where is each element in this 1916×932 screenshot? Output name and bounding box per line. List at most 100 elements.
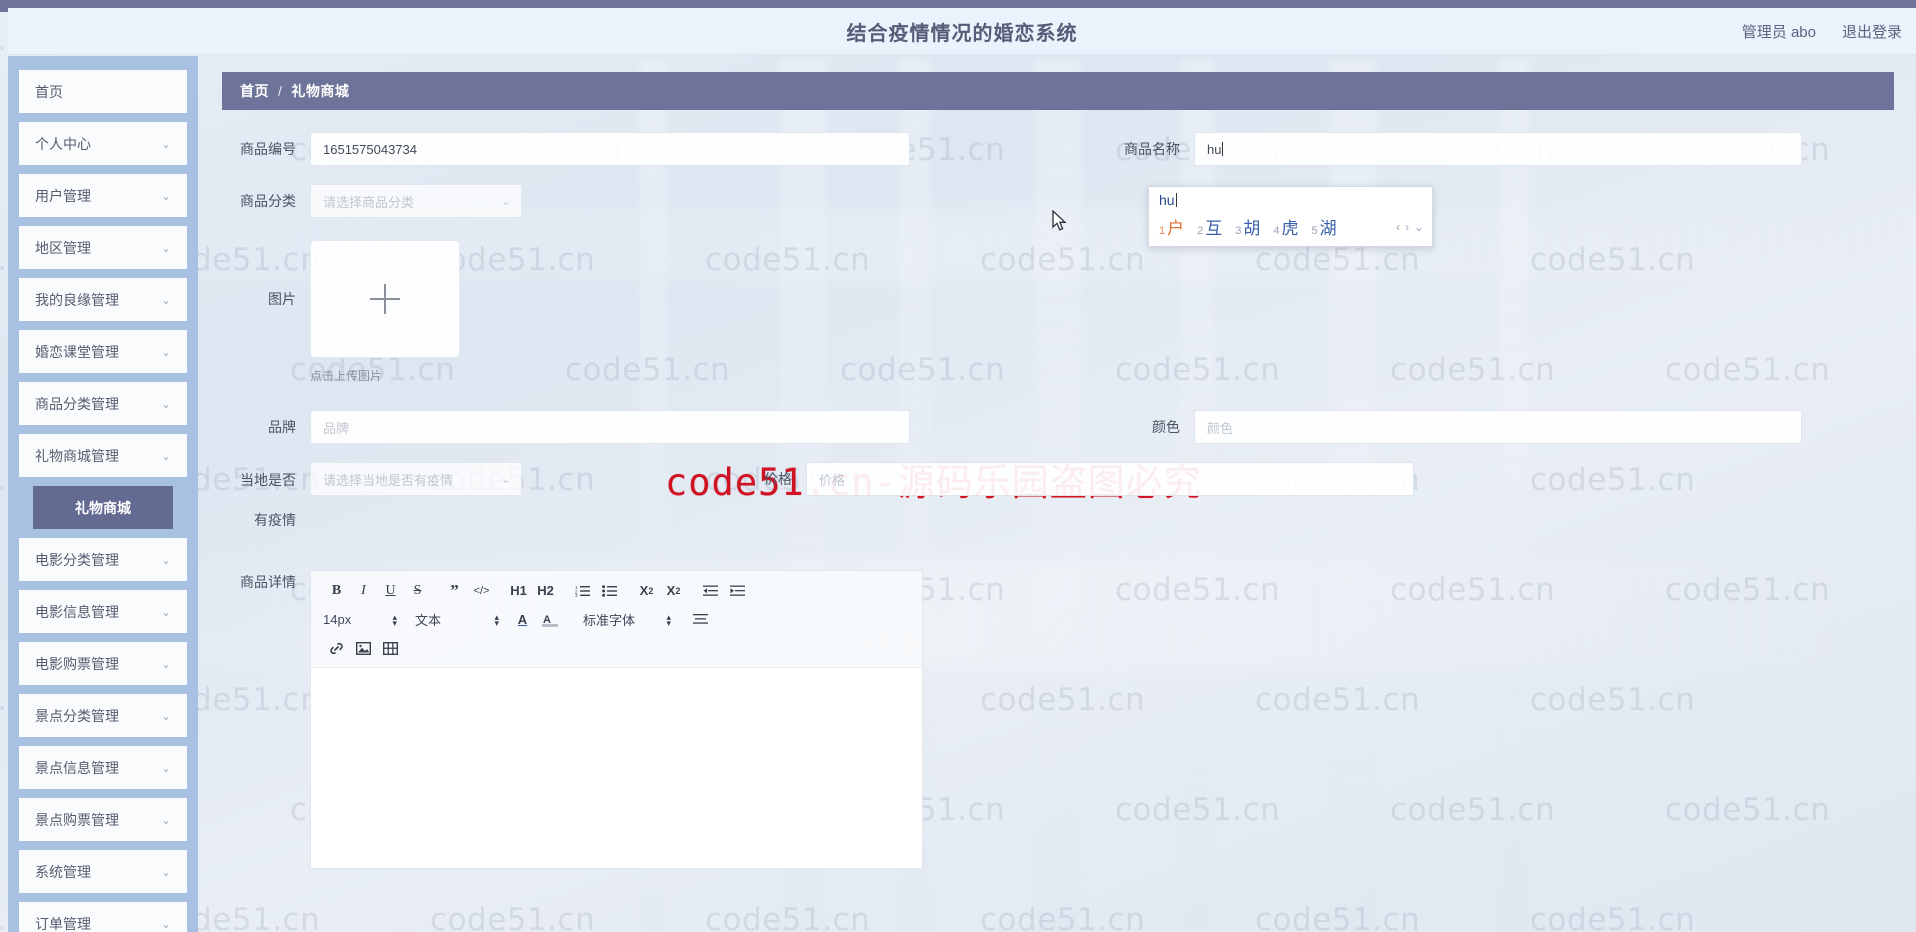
category-select[interactable]: 请选择商品分类 ⌄ <box>310 184 522 218</box>
bold-icon[interactable]: B <box>323 579 350 603</box>
ime-nav[interactable]: ‹ › ⌄ <box>1396 220 1424 234</box>
color-input[interactable]: 颜色 <box>1194 410 1802 444</box>
logout-button[interactable]: 退出登录 <box>1842 21 1902 42</box>
image-upload-box[interactable] <box>310 240 460 358</box>
stepper-icon: ▴ ▾ <box>392 611 397 628</box>
chevron-down-icon: ⌄ <box>160 760 171 775</box>
editor-toolbar-row-3 <box>323 636 914 661</box>
chevron-down-icon: ⌄ <box>160 136 171 151</box>
field-image: 图片 点击上传图片 <box>222 240 460 384</box>
price-input[interactable]: 价格 <box>806 462 1414 496</box>
editor-toolbar-row-2: 14px ▴ ▾ 文本 ▴ ▾ A A 标准字体 ▴ ▾ <box>323 607 914 632</box>
sidebar-item-2[interactable]: 用户管理 ⌄ <box>19 174 187 217</box>
category-placeholder: 请选择商品分类 <box>323 194 415 210</box>
admin-user-label[interactable]: 管理员 abo <box>1742 21 1816 42</box>
highlight-color-icon[interactable]: A <box>536 608 563 632</box>
sidebar-item-8[interactable]: 礼物商城 <box>33 486 173 529</box>
sidebar-item-0[interactable]: 首页 <box>19 70 187 113</box>
strikethrough-icon[interactable]: S <box>404 579 431 603</box>
sidebar-item-9[interactable]: 电影分类管理 ⌄ <box>19 538 187 581</box>
ime-prev-page-icon[interactable]: ‹ <box>1396 220 1400 234</box>
text-color-icon[interactable]: A <box>509 608 536 632</box>
price-label: 价格 <box>764 471 792 487</box>
ime-candidate-char: 胡 <box>1243 219 1261 238</box>
field-brand: 品牌 品牌 <box>222 410 910 444</box>
chevron-down-icon: ⌄ <box>160 604 171 619</box>
font-size-select[interactable]: 14px ▴ ▾ <box>323 612 397 627</box>
indent-icon[interactable] <box>724 579 751 603</box>
sidebar-item-5[interactable]: 婚恋课堂管理 ⌄ <box>19 330 187 373</box>
font-family-select[interactable]: 标准字体 ▴ ▾ <box>583 610 671 629</box>
subscript-icon[interactable]: X2 <box>633 579 660 603</box>
page-title: 结合疫情情况的婚恋系统 <box>846 22 1078 45</box>
field-price: 价格 价格 <box>718 462 1414 530</box>
rich-text-editor[interactable]: B I U S ” </> H1 H2 123 X 2 X 2 14px ▴ ▾… <box>310 570 923 869</box>
chevron-down-icon: ⌄ <box>160 240 171 255</box>
sidebar-item-15[interactable]: 系统管理 ⌄ <box>19 850 187 893</box>
epidemic-select[interactable]: 请选择当地是否有疫情 ⌄ <box>310 462 522 496</box>
breadcrumb-home[interactable]: 首页 <box>240 81 269 101</box>
unordered-list-icon[interactable] <box>596 579 623 603</box>
sidebar-item-1[interactable]: 个人中心 ⌄ <box>19 122 187 165</box>
heading-2-icon[interactable]: H2 <box>532 579 559 603</box>
epidemic-label-line2: 有疫情 <box>254 512 296 528</box>
ime-candidate-5[interactable]: 5湖 <box>1312 214 1337 239</box>
color-label: 颜色 <box>1152 419 1180 435</box>
chevron-down-icon: ⌄ <box>160 552 171 567</box>
ime-candidate-3[interactable]: 3胡 <box>1235 214 1260 239</box>
goods-no-label: 商品编号 <box>240 141 296 157</box>
field-epidemic: 当地是否 有疫情 请选择当地是否有疫情 ⌄ <box>222 462 522 530</box>
code-block-icon[interactable]: </> <box>468 579 495 603</box>
blockquote-icon[interactable]: ” <box>441 579 468 603</box>
heading-1-icon[interactable]: H1 <box>505 579 532 603</box>
sidebar-item-12[interactable]: 景点分类管理 ⌄ <box>19 694 187 737</box>
sidebar-item-16[interactable]: 订单管理 ⌄ <box>19 902 187 932</box>
sidebar-item-label: 景点分类管理 <box>35 707 119 724</box>
align-icon[interactable] <box>687 608 714 632</box>
sidebar-item-4[interactable]: 我的良缘管理 ⌄ <box>19 278 187 321</box>
ordered-list-icon[interactable]: 123 <box>569 579 596 603</box>
ime-expand-icon[interactable]: ⌄ <box>1414 220 1424 234</box>
ime-candidate-1[interactable]: 1户 <box>1159 214 1184 239</box>
sidebar-nav[interactable]: 首页 个人中心 ⌄ 用户管理 ⌄ 地区管理 ⌄ 我的良缘管理 ⌄ 婚恋课堂管理 ⌄ 商品分类管理 ⌄ 礼物… <box>8 56 198 932</box>
sidebar-item-7[interactable]: 礼物商城管理 ⌄ <box>19 434 187 477</box>
ime-composition-text: hu <box>1149 187 1432 211</box>
sidebar-item-11[interactable]: 电影购票管理 ⌄ <box>19 642 187 685</box>
sidebar-item-label: 订单管理 <box>35 915 91 932</box>
ime-next-page-icon[interactable]: › <box>1405 220 1409 234</box>
underline-icon[interactable]: U <box>377 579 404 603</box>
ime-candidate-number: 5 <box>1311 225 1318 237</box>
outdent-icon[interactable] <box>697 579 724 603</box>
sidebar-item-label: 我的良缘管理 <box>35 291 119 308</box>
goods-name-input[interactable]: hu <box>1194 132 1802 166</box>
insert-video-icon[interactable] <box>377 637 404 661</box>
field-goods-no: 商品编号 1651575043734 <box>222 132 910 166</box>
ime-candidate-4[interactable]: 4虎 <box>1273 214 1298 239</box>
sidebar-item-label: 个人中心 <box>35 135 91 152</box>
image-upload-hint: 点击上传图片 <box>310 369 383 383</box>
chevron-down-icon: ⌄ <box>160 344 171 359</box>
sidebar-item-6[interactable]: 商品分类管理 ⌄ <box>19 382 187 425</box>
ime-candidate-2[interactable]: 2互 <box>1197 214 1222 239</box>
epidemic-label: 当地是否 有疫情 <box>222 462 310 530</box>
ime-candidate-popup[interactable]: hu 1户 2互 3胡 4虎 5湖 ‹ › ⌄ <box>1148 186 1433 247</box>
goods-no-input[interactable]: 1651575043734 <box>310 132 910 166</box>
sidebar-item-label: 商品分类管理 <box>35 395 119 412</box>
epidemic-label-line1: 当地是否 <box>240 472 296 488</box>
sidebar-item-14[interactable]: 景点购票管理 ⌄ <box>19 798 187 841</box>
editor-toolbar-row-1: B I U S ” </> H1 H2 123 X 2 X 2 <box>323 578 914 603</box>
superscript-icon[interactable]: X2 <box>660 579 687 603</box>
sidebar-item-3[interactable]: 地区管理 ⌄ <box>19 226 187 269</box>
sidebar-item-10[interactable]: 电影信息管理 ⌄ <box>19 590 187 633</box>
italic-icon[interactable]: I <box>350 579 377 603</box>
text-style-select[interactable]: 文本 ▴ ▾ <box>415 610 499 629</box>
editor-content-area[interactable] <box>311 668 922 868</box>
chevron-down-icon: ⌄ <box>500 472 511 486</box>
sidebar-item-13[interactable]: 景点信息管理 ⌄ <box>19 746 187 789</box>
field-goods-name: 商品名称 hu <box>1106 132 1802 166</box>
header-actions: 管理员 abo 退出登录 <box>1742 8 1902 55</box>
ime-candidate-number: 2 <box>1197 225 1204 237</box>
link-icon[interactable] <box>323 637 350 661</box>
insert-image-icon[interactable] <box>350 637 377 661</box>
brand-input[interactable]: 品牌 <box>310 410 910 444</box>
